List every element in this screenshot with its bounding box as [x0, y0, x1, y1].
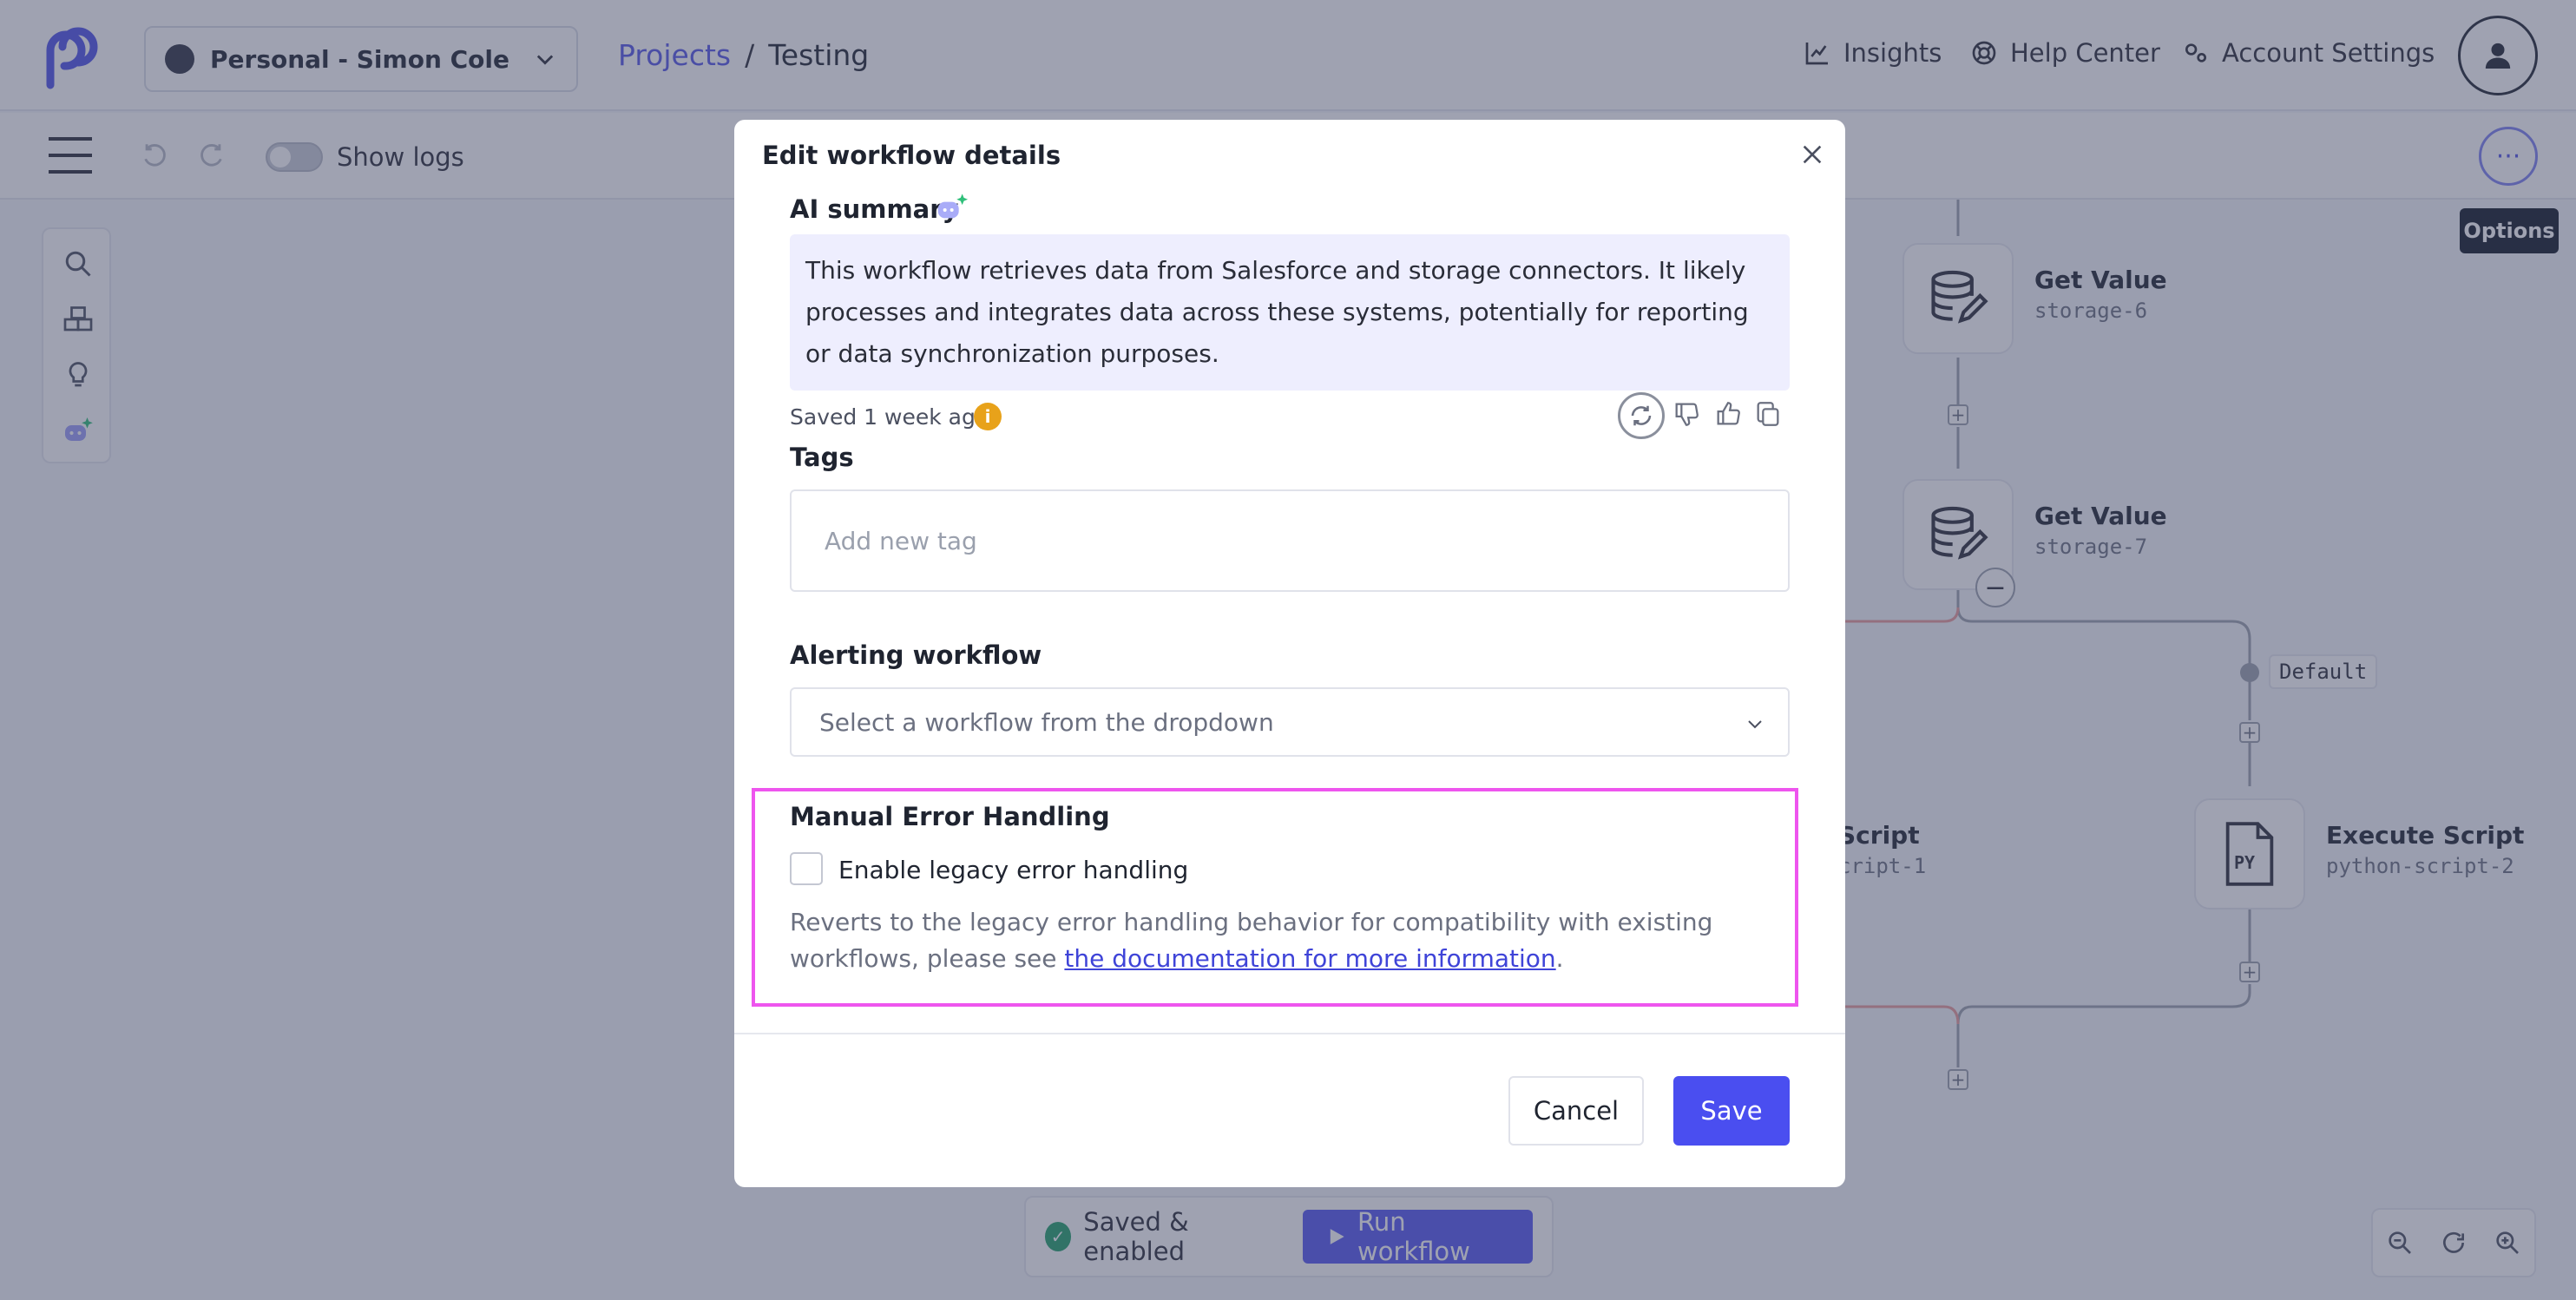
alerting-workflow-select[interactable]: Select a workflow from the dropdown	[790, 687, 1790, 757]
thumbs-up-icon[interactable]	[1713, 399, 1743, 429]
ai-summary-saved-time: Saved 1 week ago	[790, 404, 989, 430]
legacy-error-handling-checkbox[interactable]	[790, 852, 823, 885]
documentation-link[interactable]: the documentation for more information	[1064, 944, 1555, 973]
tags-label: Tags	[790, 443, 854, 472]
save-button[interactable]: Save	[1673, 1076, 1790, 1146]
modal-title: Edit workflow details	[762, 141, 1061, 170]
ai-summary-text: This workflow retrieves data from Salesf…	[790, 234, 1790, 391]
edit-workflow-modal: Edit workflow details AI summary This wo…	[734, 120, 1845, 1187]
error-handling-description: Reverts to the legacy error handling beh…	[790, 904, 1797, 977]
error-desc-end: .	[1555, 944, 1564, 973]
ai-icon	[937, 194, 969, 219]
close-icon[interactable]	[1798, 141, 1826, 168]
alerting-workflow-label: Alerting workflow	[790, 640, 1042, 670]
tags-input[interactable]: Add new tag	[790, 489, 1790, 592]
regenerate-summary-button[interactable]	[1618, 392, 1665, 439]
regenerate-icon	[1631, 405, 1652, 426]
modal-footer-divider	[734, 1033, 1845, 1034]
chevron-down-icon	[1748, 720, 1762, 729]
ai-summary-label: AI summary	[790, 194, 959, 224]
legacy-error-handling-label[interactable]: Enable legacy error handling	[838, 856, 1188, 884]
thumbs-down-icon[interactable]	[1672, 399, 1701, 429]
error-handling-title: Manual Error Handling	[790, 802, 1110, 831]
copy-icon[interactable]	[1753, 399, 1783, 429]
cancel-button[interactable]: Cancel	[1508, 1076, 1644, 1146]
info-icon[interactable]: i	[974, 403, 1002, 430]
alerting-workflow-placeholder: Select a workflow from the dropdown	[819, 707, 1274, 737]
